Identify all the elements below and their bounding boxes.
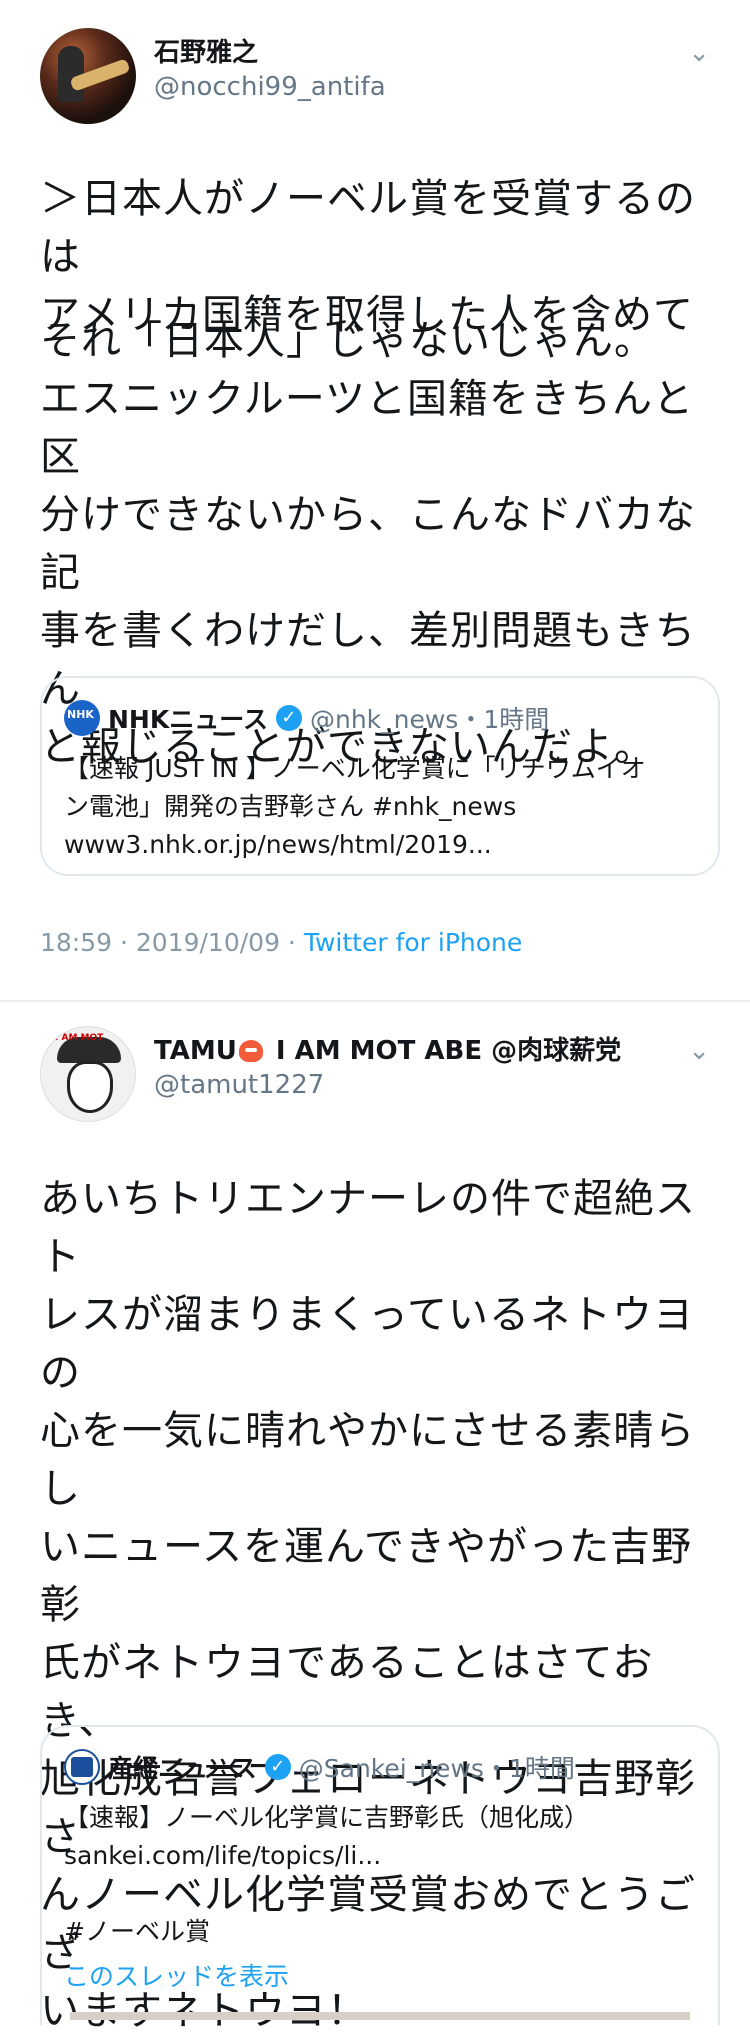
quoted-tweet-text: 【速報 JUST IN 】ノーベル化学賞に「リチウムイオ ン電池」開発の吉野彰さ… <box>64 750 700 864</box>
tweet-meta: 18:59 · 2019/10/09 · Twitter for iPhone <box>40 928 522 957</box>
user-handle[interactable]: @tamut1227 <box>154 1070 324 1100</box>
tweet-1: 石野雅之 @nocchi99_antifa ⌄ ＞日本人がノーベル賞を受賞するの… <box>0 0 750 1000</box>
quoted-tweet[interactable]: NHK NHKニュース ✓ @nhk_news・1時間 【速報 JUST IN 】ノー… <box>40 676 720 876</box>
display-name[interactable]: TAMU I AM MOT ABE @肉球薪党 <box>154 1030 621 1067</box>
client-link[interactable]: Twitter for iPhone <box>304 928 522 957</box>
quoted-tweet-text: 【速報】ノーベル化学賞に吉野彰氏（旭化成） sankei.com/life/to… <box>64 1799 700 1875</box>
quoted-handle: @Sankei_news・1時間 <box>299 1754 575 1783</box>
media-preview-edge <box>70 2012 690 2020</box>
avatar-face <box>67 1061 113 1113</box>
quoted-display-name: NHKニュース <box>108 705 268 734</box>
sankei-logo-icon <box>64 1749 100 1785</box>
tweet-header: I AM MOT TAMU I AM MOT ABE @肉球薪党 @tamut1… <box>40 1026 710 1126</box>
quoted-tweet[interactable]: 産経ニュース ✓ @Sankei_news・1時間 【速報】ノーベル化学賞に吉野彰氏… <box>40 1725 720 2025</box>
avatar[interactable] <box>40 28 136 124</box>
octopus-emoji-icon <box>239 1040 263 1062</box>
chevron-down-icon[interactable]: ⌄ <box>688 1036 710 1066</box>
quoted-hashtag[interactable]: #ノーベル賞 <box>64 1912 210 1948</box>
quoted-tweet-header: 産経ニュース ✓ @Sankei_news・1時間 <box>64 1749 575 1785</box>
verified-badge-icon: ✓ <box>276 705 302 731</box>
display-name-prefix: TAMU <box>154 1036 237 1066</box>
display-name[interactable]: 石野雅之 <box>154 32 258 69</box>
avatar-hat-text: I AM MOT <box>55 1033 103 1043</box>
chevron-down-icon[interactable]: ⌄ <box>688 38 710 68</box>
verified-badge-icon: ✓ <box>265 1754 291 1780</box>
show-thread-link[interactable]: このスレッドを表示 <box>64 1957 289 1993</box>
tweet-header: 石野雅之 @nocchi99_antifa ⌄ <box>40 28 710 128</box>
timestamp: 18:59 · 2019/10/09 · <box>40 928 304 957</box>
avatar[interactable]: I AM MOT <box>40 1026 136 1122</box>
quoted-handle: @nhk_news・1時間 <box>310 705 549 734</box>
quoted-tweet-header: NHK NHKニュース ✓ @nhk_news・1時間 <box>64 700 549 736</box>
user-handle[interactable]: @nocchi99_antifa <box>154 72 386 102</box>
quoted-display-name: 産経ニュース <box>108 1754 257 1783</box>
display-name-suffix: I AM MOT ABE @肉球薪党 <box>267 1036 621 1066</box>
nhk-logo-icon: NHK <box>64 700 100 736</box>
